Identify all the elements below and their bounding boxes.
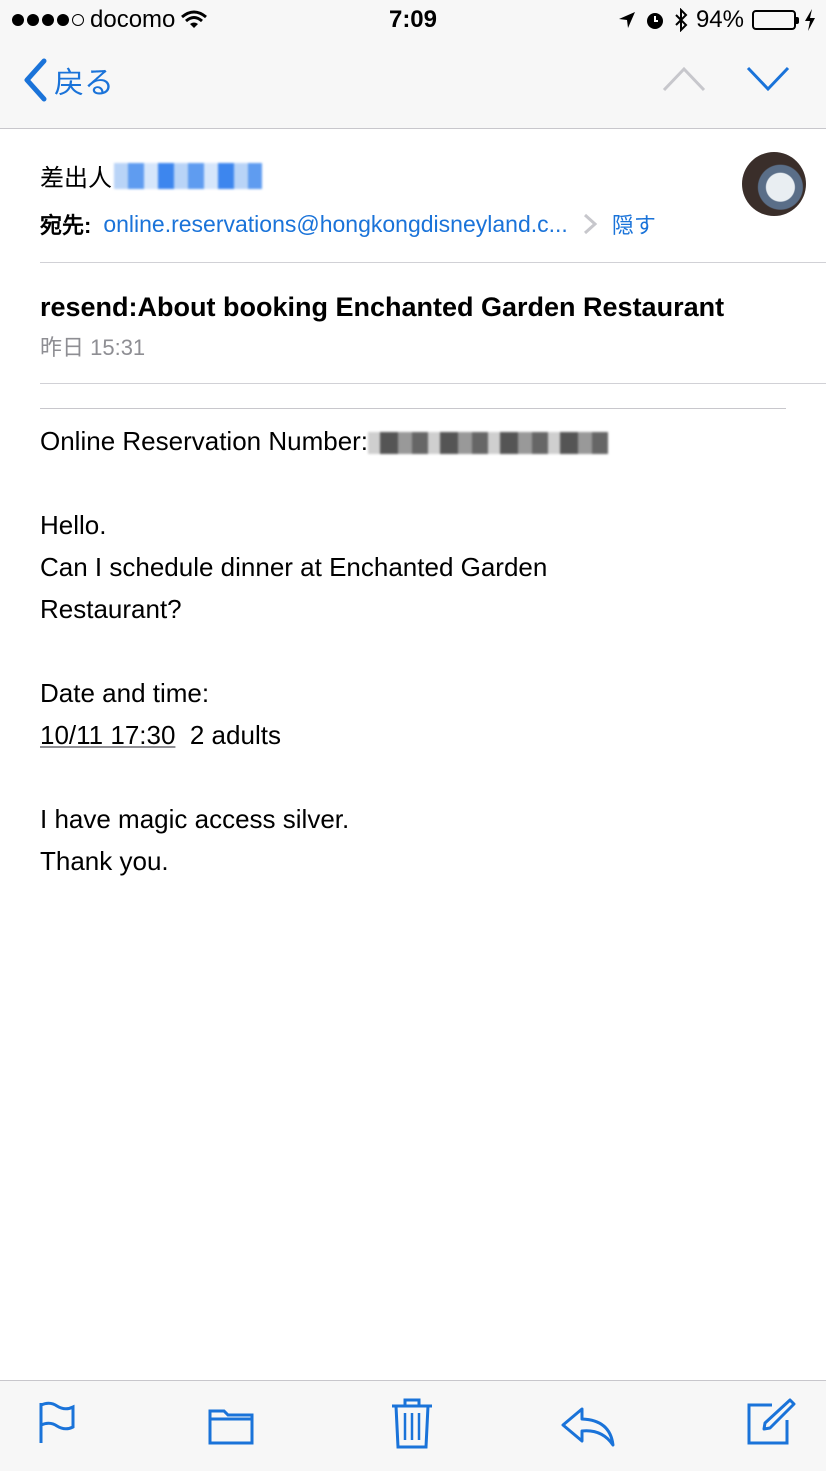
bottom-toolbar	[0, 1380, 826, 1471]
divider	[40, 262, 826, 263]
party-size: 2 adults	[189, 720, 281, 750]
message-navigation	[662, 64, 790, 94]
back-label: 戻る	[54, 67, 114, 100]
bluetooth-icon	[675, 8, 688, 32]
reply-icon[interactable]	[560, 1405, 616, 1447]
chevron-up-icon[interactable]	[662, 64, 706, 94]
question-line-1: Can I schedule dinner at Enchanted Garde…	[40, 552, 548, 582]
navigation-bar: 戻る	[0, 40, 826, 129]
greeting: Hello.	[40, 510, 107, 540]
battery-percent: 94%	[695, 6, 744, 33]
recipient-address[interactable]: online.reservations@hongkongdisneyland.c…	[103, 211, 567, 238]
to-label: 宛先:	[40, 213, 92, 238]
note-line: I have magic access silver.	[40, 804, 350, 834]
from-label: 差出人	[40, 165, 112, 192]
status-bar: docomo 7:09 94%	[0, 0, 826, 40]
reservation-line: Online Reservation Number:	[40, 420, 780, 462]
recipient-row: 宛先: online.reservations@hongkongdisneyla…	[40, 208, 656, 240]
chevron-left-icon	[24, 58, 47, 102]
date-time-label: Date and time:	[40, 678, 210, 708]
chevron-right-icon[interactable]	[582, 212, 598, 236]
question-line-2: Restaurant?	[40, 594, 182, 624]
sender-redacted[interactable]	[114, 162, 262, 189]
message-date: 昨日 15:31	[40, 335, 146, 360]
reservation-label: Online Reservation Number:	[40, 426, 369, 456]
divider	[40, 408, 786, 409]
status-right: 94%	[618, 6, 816, 34]
sender-row: 差出人	[40, 158, 262, 193]
date-time-link[interactable]: 10/11 17:30	[40, 720, 175, 750]
sender-avatar	[742, 152, 806, 216]
reservation-number-redacted	[368, 432, 609, 455]
charging-icon	[805, 9, 815, 31]
folder-icon[interactable]	[208, 1405, 254, 1445]
compose-icon[interactable]	[746, 1397, 796, 1447]
alarm-icon	[646, 13, 663, 29]
thanks-line: Thank you.	[40, 846, 169, 876]
chevron-down-icon[interactable]	[746, 64, 790, 94]
subject: resend:About booking Enchanted Garden Re…	[40, 292, 725, 322]
back-button[interactable]: 戻る	[22, 58, 114, 102]
divider	[40, 383, 826, 384]
date-time-line: 10/11 17:30 2 adults	[40, 714, 780, 756]
flag-icon[interactable]	[38, 1401, 76, 1445]
message-body: Online Reservation Number: Hello. Can I …	[40, 420, 780, 882]
trash-icon[interactable]	[390, 1397, 434, 1449]
battery-icon	[752, 10, 799, 30]
location-icon	[618, 12, 635, 28]
hide-details-button[interactable]: 隠す	[612, 208, 656, 240]
